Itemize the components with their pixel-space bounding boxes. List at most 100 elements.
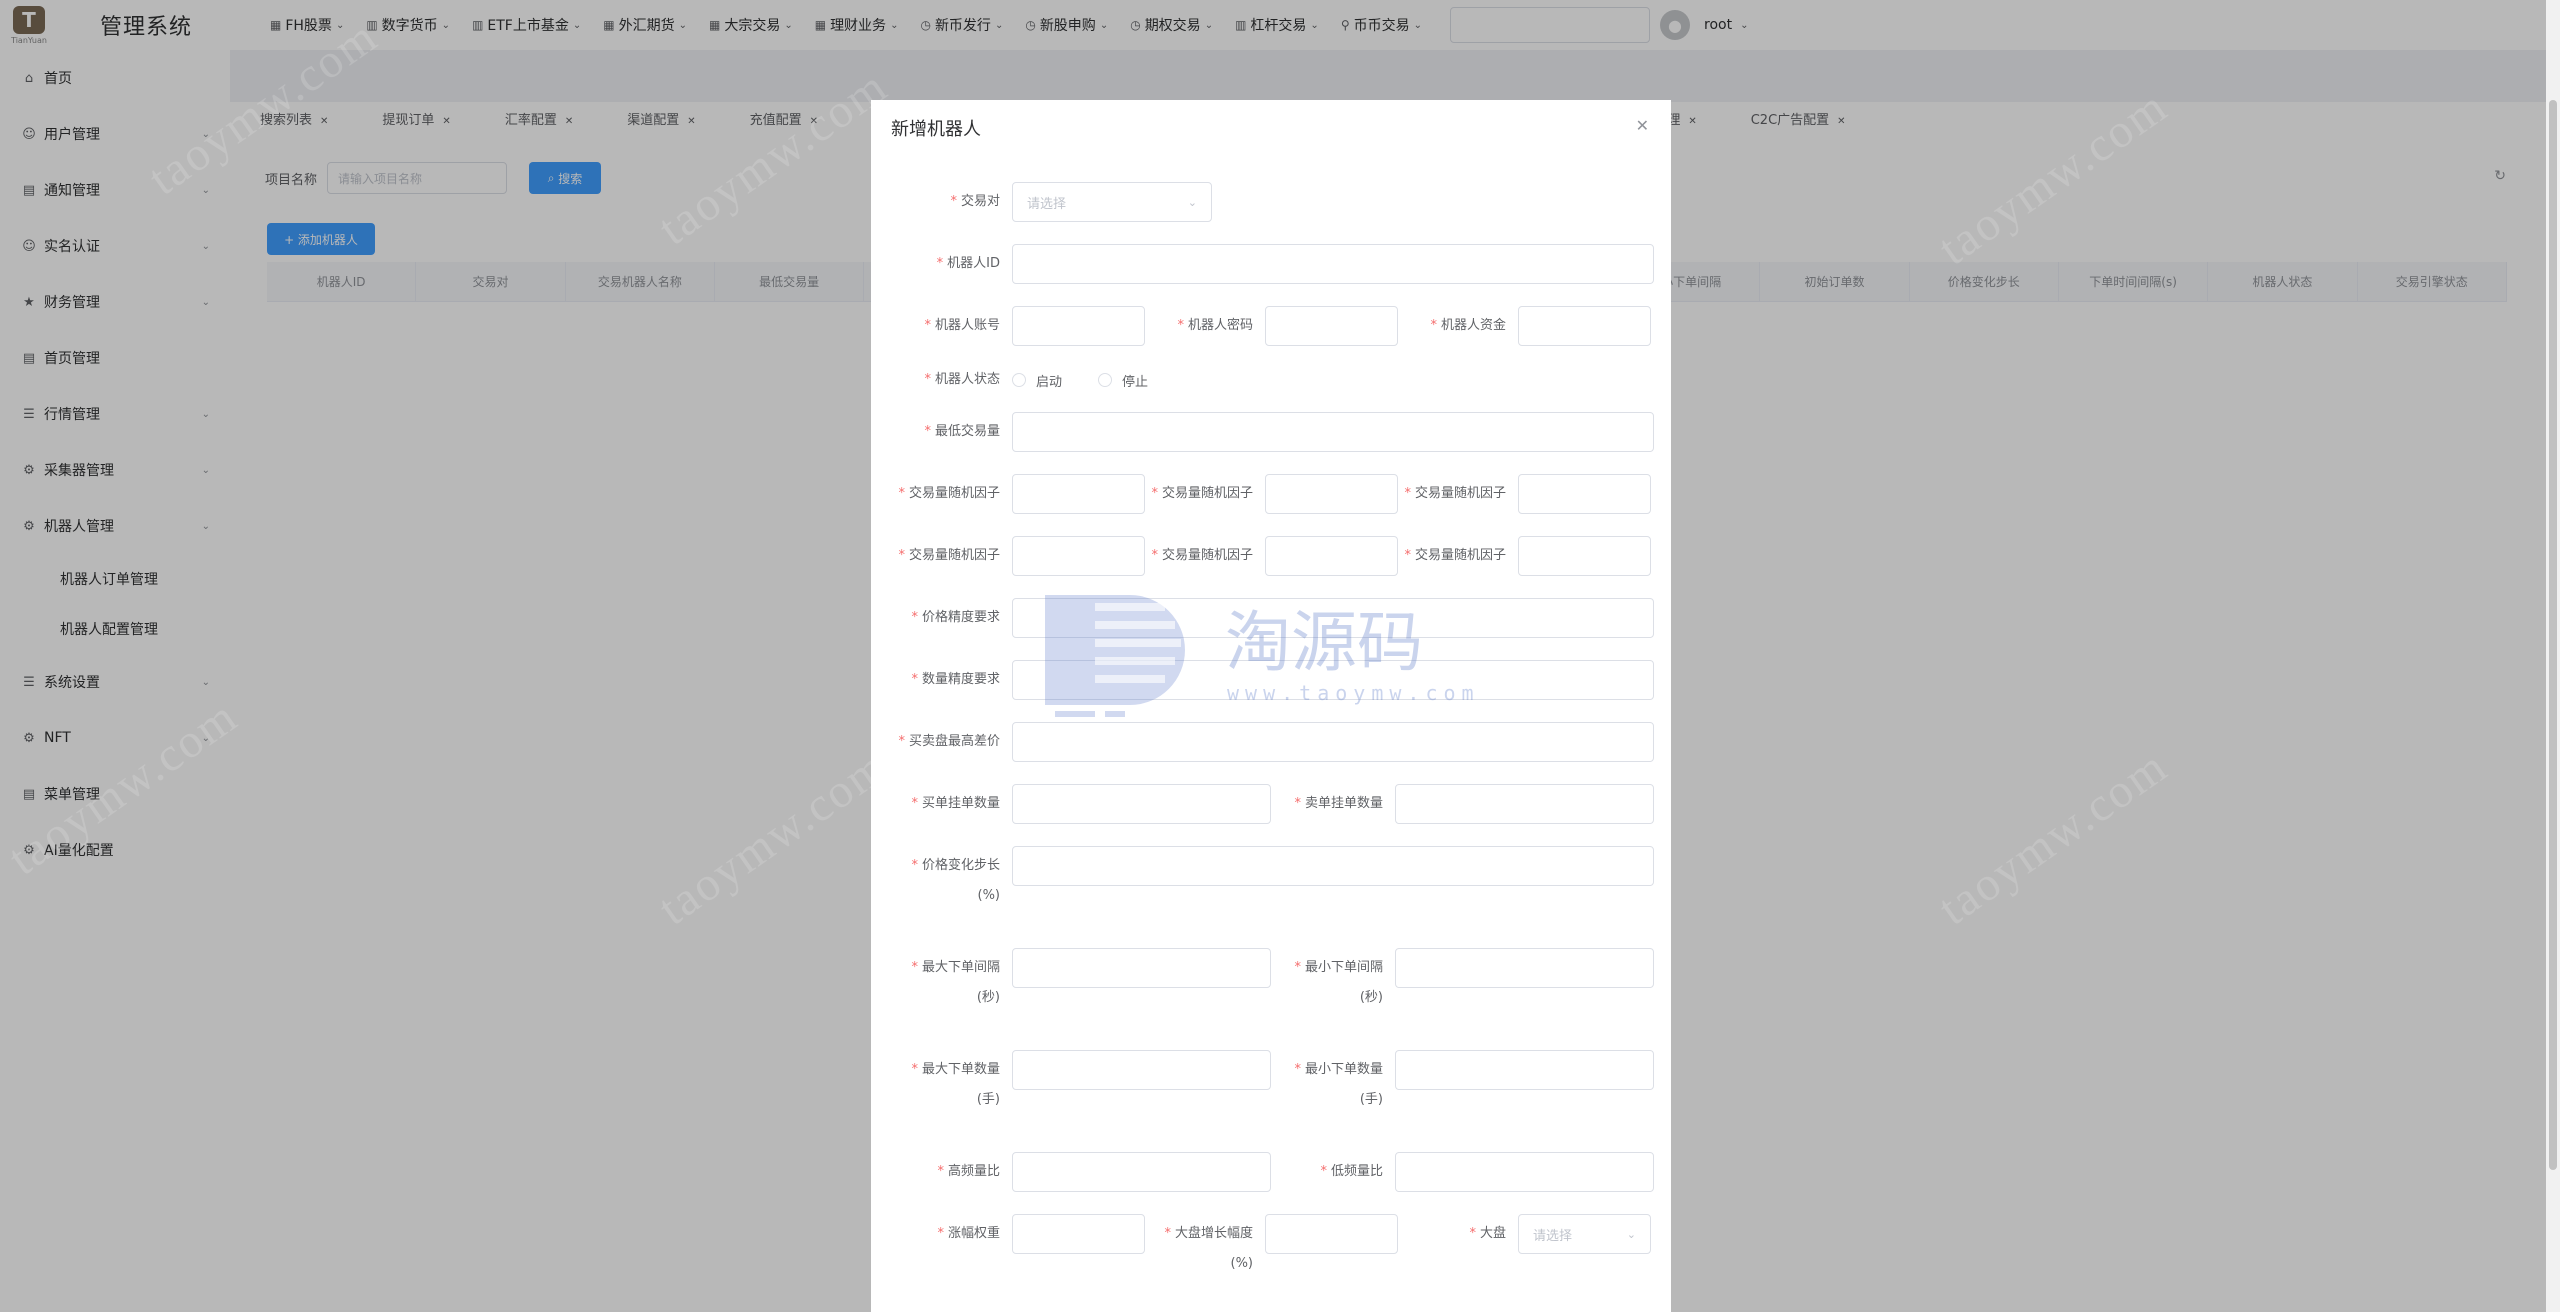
field-label: * 最大下单间隔 (秒): [871, 948, 1012, 1008]
radio-stop[interactable]: 停止: [1098, 371, 1148, 390]
field-label: * 价格精度要求: [871, 598, 1012, 638]
form-row: * 涨幅权重 * 大盘增长幅度 (%) * 大盘 请选择 ⌄: [871, 1214, 1651, 1274]
min-qty-input[interactable]: [1395, 1050, 1654, 1090]
max-interval-input[interactable]: [1012, 948, 1271, 988]
price-precision-input[interactable]: [1012, 598, 1654, 638]
min-volume-input[interactable]: [1012, 412, 1654, 452]
required-mark: *: [1294, 1062, 1301, 1077]
market-growth-input[interactable]: [1265, 1214, 1398, 1254]
select-placeholder: 请选择: [1533, 1228, 1573, 1244]
random-factor-2[interactable]: [1265, 474, 1398, 514]
select-placeholder: 请选择: [1027, 196, 1067, 212]
account-input[interactable]: [1012, 306, 1145, 346]
field-label-text: 数量精度要求: [921, 672, 1000, 687]
field-label: * 机器人资金: [1398, 306, 1518, 346]
radio-circle: [1098, 373, 1113, 387]
field-label-text: 机器人状态: [934, 372, 1000, 387]
form-row: * 数量精度要求: [871, 660, 1654, 700]
chevron-down-icon: ⌄: [1626, 1227, 1636, 1241]
field-label-text: 买卖盘最高差价: [908, 734, 1000, 749]
required-mark: *: [924, 424, 931, 439]
form-row: * 买单挂单数量 * 卖单挂单数量: [871, 784, 1654, 824]
qty-precision-input[interactable]: [1012, 660, 1654, 700]
sell-orders-input[interactable]: [1395, 784, 1654, 824]
field-label-text: 交易量随机因子: [1414, 486, 1506, 501]
radio-start[interactable]: 启动: [1012, 371, 1062, 390]
close-icon[interactable]: ✕: [1636, 116, 1649, 135]
required-mark: *: [1164, 1226, 1171, 1241]
required-mark: *: [937, 1226, 944, 1241]
buy-orders-input[interactable]: [1012, 784, 1271, 824]
required-mark: *: [911, 796, 918, 811]
field-label-text: 最低交易量: [934, 424, 1000, 439]
max-spread-input[interactable]: [1012, 722, 1654, 762]
amplitude-weight-input[interactable]: [1012, 1214, 1145, 1254]
form-row: * 买卖盘最高差价: [871, 722, 1654, 762]
field-label-text: 机器人密码: [1187, 318, 1253, 333]
field-label: * 交易量随机因子: [1145, 536, 1265, 576]
radio-label: 启动: [1036, 374, 1063, 390]
market-select[interactable]: 请选择 ⌄: [1518, 1214, 1651, 1254]
pair-select[interactable]: 请选择 ⌄: [1012, 182, 1212, 222]
random-factor-4[interactable]: [1012, 536, 1145, 576]
field-label: * 交易量随机因子: [1398, 536, 1518, 576]
price-step-input[interactable]: [1012, 846, 1654, 886]
form-row: * 最大下单间隔 (秒) * 最小下单间隔 (秒): [871, 948, 1654, 1008]
required-mark: *: [1151, 486, 1158, 501]
field-label-text: 交易量随机因子: [908, 486, 1000, 501]
field-label: * 价格变化步长 (%): [871, 846, 1012, 906]
field-unit: (秒): [1359, 990, 1383, 1005]
field-label-text: 买单挂单数量: [921, 796, 1000, 811]
high-freq-input[interactable]: [1012, 1152, 1271, 1192]
random-factor-1[interactable]: [1012, 474, 1145, 514]
form-row: * 机器人账号 * 机器人密码 * 机器人资金: [871, 306, 1651, 346]
required-mark: *: [924, 372, 931, 387]
low-freq-input[interactable]: [1395, 1152, 1654, 1192]
required-mark: *: [1469, 1226, 1476, 1241]
required-mark: *: [911, 960, 918, 975]
field-label-text: 机器人账号: [934, 318, 1000, 333]
form-row: * 机器人ID: [871, 244, 1654, 284]
password-input[interactable]: [1265, 306, 1398, 346]
scrollbar-thumb[interactable]: [2549, 100, 2557, 1170]
chevron-down-icon: ⌄: [1187, 195, 1197, 209]
field-label: * 最小下单间隔 (秒): [1271, 948, 1395, 1008]
form-row: * 交易对 请选择 ⌄: [871, 182, 1212, 222]
field-label: * 大盘: [1398, 1214, 1518, 1254]
scrollbar[interactable]: [2546, 0, 2560, 1312]
field-label: * 交易量随机因子: [1145, 474, 1265, 514]
field-label: * 机器人账号: [871, 306, 1012, 346]
field-label: * 涨幅权重: [871, 1214, 1012, 1254]
field-label: * 最小下单数量 (手): [1271, 1050, 1395, 1110]
field-unit: (%): [1230, 1256, 1254, 1271]
field-label: * 交易量随机因子: [1398, 474, 1518, 514]
required-mark: *: [950, 194, 957, 209]
robot-id-input[interactable]: [1012, 244, 1654, 284]
field-label-text: 卖单挂单数量: [1304, 796, 1383, 811]
radio-circle: [1012, 373, 1026, 387]
random-factor-5[interactable]: [1265, 536, 1398, 576]
form-row: * 交易量随机因子 * 交易量随机因子 * 交易量随机因子: [871, 536, 1651, 576]
funds-input[interactable]: [1518, 306, 1651, 346]
field-label: * 买卖盘最高差价: [871, 722, 1012, 762]
required-mark: *: [911, 858, 918, 873]
field-label-text: 交易量随机因子: [908, 548, 1000, 563]
field-unit: (手): [1359, 1092, 1383, 1107]
required-mark: *: [1404, 548, 1411, 563]
form-row: * 机器人状态 启动 停止: [871, 360, 1184, 400]
form-row: * 最大下单数量 (手) * 最小下单数量 (手): [871, 1050, 1654, 1110]
required-mark: *: [911, 1062, 918, 1077]
min-interval-input[interactable]: [1395, 948, 1654, 988]
required-mark: *: [898, 486, 905, 501]
add-robot-dialog: 新增机器人 ✕ * 交易对 请选择 ⌄ * 机器人ID * 机器人账号 * 机器人密码 * 机器人资金…: [871, 100, 1671, 1312]
required-mark: *: [937, 1164, 944, 1179]
field-label-text: 交易量随机因子: [1161, 486, 1253, 501]
field-label-text: 涨幅权重: [947, 1226, 1000, 1241]
field-label: * 机器人状态: [871, 360, 1012, 400]
random-factor-6[interactable]: [1518, 536, 1651, 576]
max-qty-input[interactable]: [1012, 1050, 1271, 1090]
required-mark: *: [936, 256, 944, 271]
required-mark: *: [1294, 960, 1301, 975]
random-factor-3[interactable]: [1518, 474, 1651, 514]
required-mark: *: [1320, 1164, 1327, 1179]
